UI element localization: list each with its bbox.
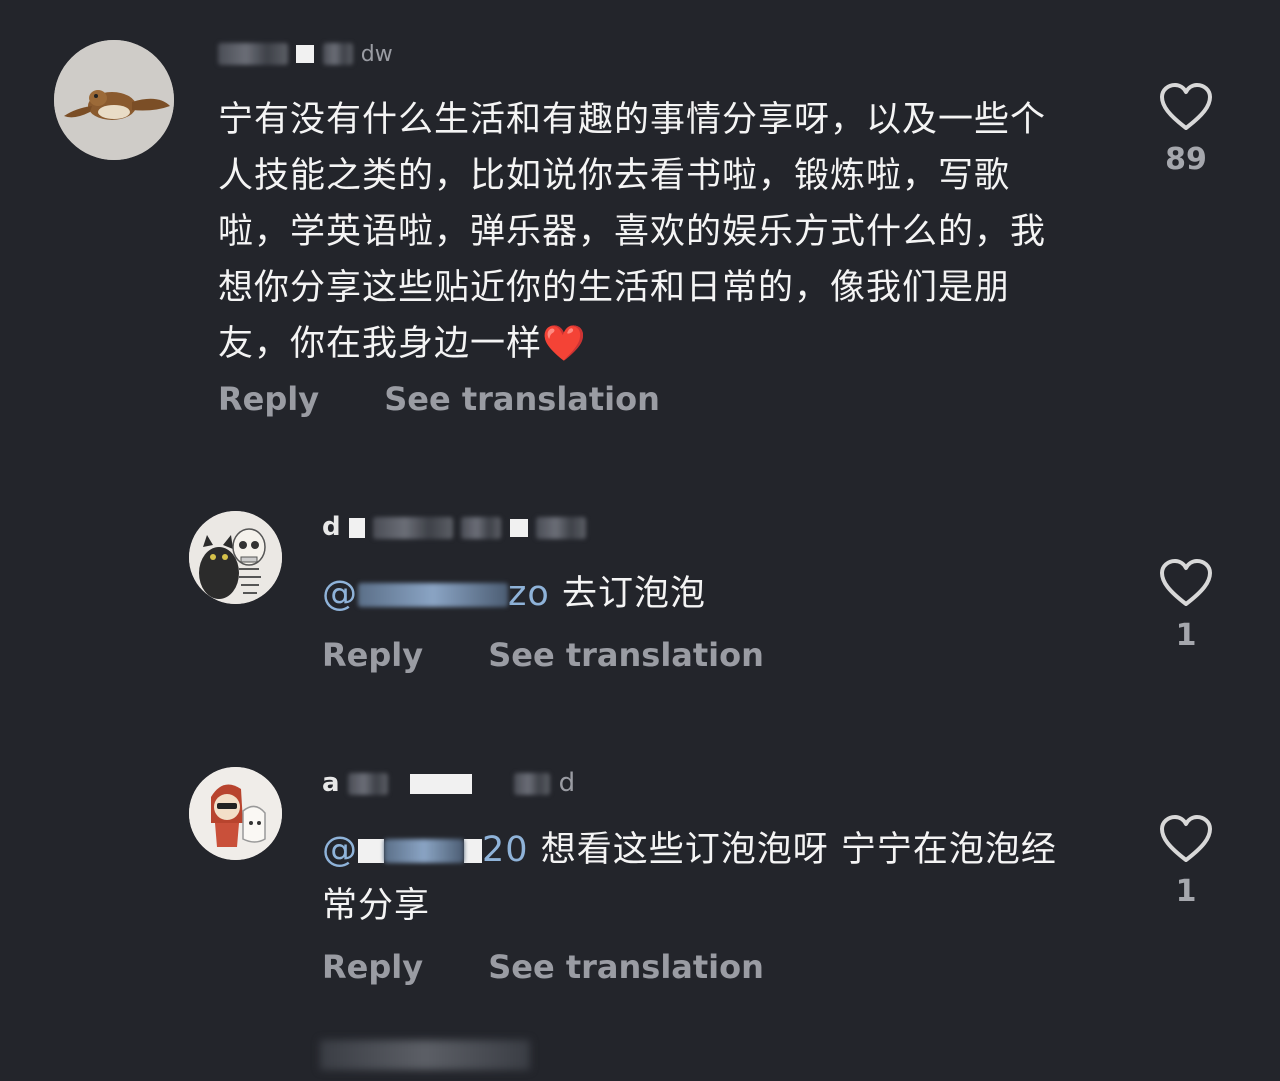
redacted-block xyxy=(322,42,353,65)
redacted-block xyxy=(464,839,482,863)
username-visible: dw xyxy=(360,42,393,67)
reply-button[interactable]: Reply xyxy=(218,380,319,418)
mention-tail: zo xyxy=(508,574,550,614)
redacted-block xyxy=(296,44,315,63)
username-visible: a xyxy=(322,768,340,798)
see-translation-button[interactable]: See translation xyxy=(384,380,660,418)
redacted-block xyxy=(509,518,528,537)
see-translation-button[interactable]: See translation xyxy=(488,636,764,674)
redacted-block xyxy=(461,516,502,539)
avatar[interactable] xyxy=(189,511,282,604)
redacted-block xyxy=(218,42,288,65)
redacted-block xyxy=(358,839,384,863)
redacted-block xyxy=(410,773,473,794)
reply-button[interactable]: Reply xyxy=(322,948,423,986)
redacted-block xyxy=(384,839,464,863)
redacted-block xyxy=(348,517,365,538)
like-control[interactable]: 1 xyxy=(1156,558,1216,653)
cartoon-girl-avatar-icon xyxy=(189,767,282,860)
like-control[interactable]: 1 xyxy=(1156,814,1216,909)
redacted-block xyxy=(347,772,388,795)
cat-skeleton-avatar-icon xyxy=(189,511,282,604)
redacted-block xyxy=(535,516,586,539)
like-count: 1 xyxy=(1175,618,1197,653)
mention-at: @ xyxy=(322,574,358,614)
like-count: 89 xyxy=(1165,142,1207,177)
redacted-block xyxy=(514,772,551,795)
comment-actions: Reply See translation xyxy=(322,636,764,674)
mention-at: @ xyxy=(322,830,358,870)
comment-text: @20 想看这些订泡泡呀 宁宁在泡泡经常分享 xyxy=(322,822,1082,934)
comment-actions: Reply See translation xyxy=(218,380,660,418)
mention[interactable]: @20 xyxy=(322,830,541,870)
redacted-block xyxy=(358,583,508,607)
redacted-block xyxy=(373,516,454,539)
heart-outline-icon[interactable] xyxy=(1159,814,1213,864)
heart-outline-icon[interactable] xyxy=(1159,82,1213,132)
heart-outline-icon[interactable] xyxy=(1159,558,1213,608)
mention-tail: 20 xyxy=(482,830,529,870)
see-translation-button[interactable]: See translation xyxy=(488,948,764,986)
avatar[interactable] xyxy=(54,40,174,160)
comment-body: 去订泡泡 xyxy=(561,574,706,614)
username-tail: d xyxy=(558,768,576,798)
comment-text: @ zo 去订泡泡 xyxy=(322,566,1082,622)
username-visible: d xyxy=(322,512,341,542)
turtle-avatar-icon xyxy=(54,40,174,160)
comment-actions: Reply See translation xyxy=(322,948,764,986)
comment-text: 宁有没有什么生活和有趣的事情分享呀，以及一些个人技能之类的，比如说你去看书啦，锻… xyxy=(218,92,1078,372)
heart-emoji: ❤️ xyxy=(542,324,587,364)
reply-button[interactable]: Reply xyxy=(322,636,423,674)
username[interactable]: dw xyxy=(218,38,393,68)
avatar[interactable] xyxy=(189,767,282,860)
like-control[interactable]: 89 xyxy=(1156,82,1216,177)
comment: dw 宁有没有什么生活和有趣的事情分享呀，以及一些个人技能之类的，比如说你去看书… xyxy=(0,0,1280,440)
username[interactable]: a d xyxy=(322,768,575,798)
redacted-block xyxy=(320,1040,530,1070)
like-count: 1 xyxy=(1175,874,1197,909)
comment-body: 宁有没有什么生活和有趣的事情分享呀，以及一些个人技能之类的，比如说你去看书啦，锻… xyxy=(218,100,1047,364)
mention[interactable]: @ zo xyxy=(322,574,562,614)
username[interactable]: d xyxy=(322,512,586,542)
